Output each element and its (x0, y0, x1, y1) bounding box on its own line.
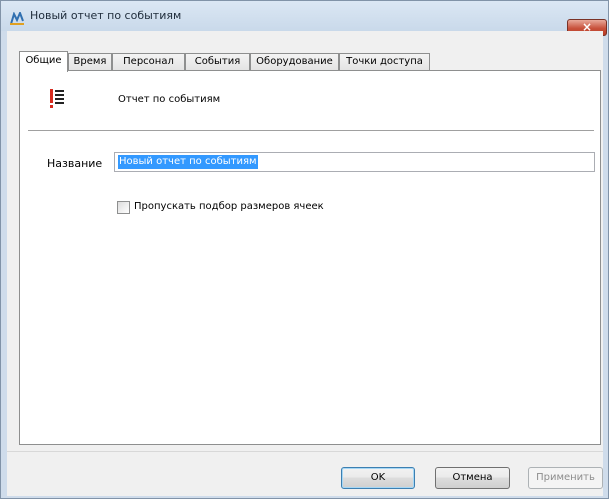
skip-resize-label[interactable]: Пропускать подбор размеров ячеек (134, 201, 324, 212)
title-bar[interactable]: Новый отчет по событиям (1, 1, 608, 31)
apply-button[interactable]: Применить (528, 467, 603, 489)
report-list-icon (50, 88, 66, 108)
name-label: Название (47, 157, 103, 170)
name-input-value: Новый отчет по событиям (118, 155, 258, 169)
cancel-button[interactable]: Отмена (435, 467, 510, 489)
tab-time[interactable]: Время (68, 53, 112, 71)
divider (28, 130, 594, 132)
window-title: Новый отчет по событиям (30, 9, 182, 22)
tab-events[interactable]: События (185, 53, 250, 71)
ok-button[interactable]: OK (341, 467, 415, 489)
footer-divider (7, 451, 603, 452)
tab-general[interactable]: Общие (19, 51, 68, 72)
skip-resize-checkbox[interactable] (117, 201, 130, 214)
tab-panel-general (19, 70, 601, 445)
report-type-label: Отчет по событиям (118, 94, 221, 105)
app-icon (10, 10, 25, 25)
name-input[interactable]: Новый отчет по событиям (114, 152, 595, 172)
tab-personnel[interactable]: Персонал (112, 53, 185, 71)
tab-access-points[interactable]: Точки доступа (339, 53, 430, 71)
tab-equipment[interactable]: Оборудование (250, 53, 339, 71)
